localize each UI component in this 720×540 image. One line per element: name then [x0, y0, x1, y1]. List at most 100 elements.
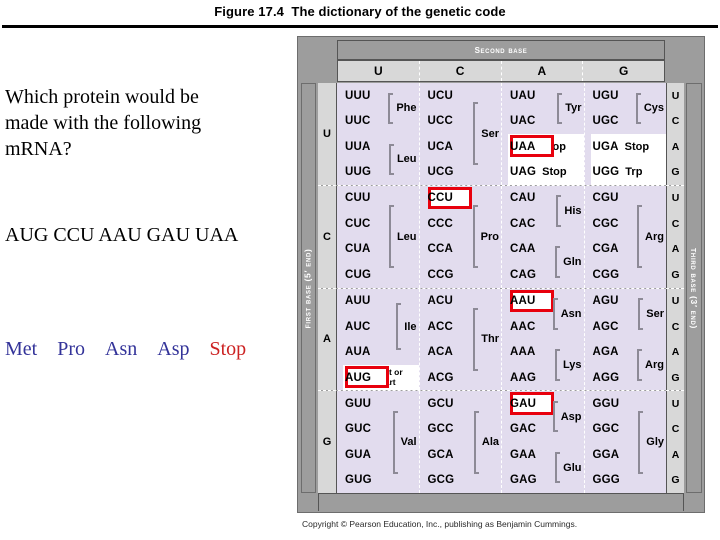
codon-GCA: GCA	[427, 448, 454, 461]
codon-UAA: UAA	[510, 140, 536, 153]
third-base-cell-G: G	[671, 474, 680, 487]
bracket	[554, 349, 560, 381]
codon-grid: U UUU UUC UUA UUG Phe Leu UCU UCC UCA UCG Ser UAU UAC…	[318, 83, 684, 493]
bracket	[552, 298, 558, 330]
answer-token-asn: Asn	[105, 338, 138, 360]
codon-column-U: CUU CUC CUA CUG Leu	[337, 185, 420, 288]
codon-GCU: GCU	[427, 397, 454, 410]
amino-acid-group-Glu: Glu	[555, 442, 582, 493]
title-divider	[2, 25, 718, 28]
third-base-axis-label: Third base (3′ end)	[686, 83, 702, 493]
amino-acid-label-thr: Thr	[481, 333, 499, 346]
question-text: Which protein would be made with the fol…	[5, 84, 290, 162]
codon-ACA: ACA	[427, 346, 454, 359]
codon-column-U: UUU UUC UUA UUG Phe Leu	[337, 83, 420, 185]
amino-acid-group-Ile: Ile	[396, 289, 417, 365]
codon-UAU: UAU	[510, 89, 536, 102]
third-base-cell-A: A	[671, 243, 680, 256]
codon-UGC: UGC	[592, 115, 619, 128]
question-line: Which protein would be	[5, 86, 199, 108]
amino-acid-group-Asp: Asp	[552, 391, 582, 442]
third-base-cell-G: G	[671, 166, 680, 179]
codon-cell: UGA Stop	[590, 133, 666, 160]
bracket	[638, 410, 644, 474]
codon-CCA: CCA	[427, 243, 454, 256]
amino-acid-label-glu: Glu	[563, 461, 582, 474]
table-bottom-band	[318, 493, 684, 511]
codon-UGU: UGU	[592, 89, 619, 102]
codon-GGA: GGA	[592, 448, 620, 461]
answer-spacer	[137, 338, 157, 361]
answer-sequence: Met Pro Asn Asp Stop	[5, 338, 297, 361]
amino-acid-label-tyr: Tyr	[565, 102, 582, 115]
bracket	[637, 349, 643, 381]
codon-column-G: UGU UGC UGA Stop UGG Trp Cys	[585, 83, 666, 185]
codon-GAU: GAU	[510, 397, 537, 410]
amino-acid-group-Leu: Leu	[388, 186, 417, 288]
codon-CAC: CAC	[510, 217, 536, 230]
amino-acid-group-Phe: Phe	[388, 83, 417, 134]
third-base-cells: UCAG	[666, 83, 684, 185]
codon-column-C: UCU UCC UCA UCG Ser	[420, 83, 502, 185]
third-base-cell-G: G	[671, 268, 680, 281]
amino-acid-group-Gln: Gln	[555, 237, 582, 288]
codon-UCU: UCU	[427, 89, 454, 102]
amino-acid-group-Leu: Leu	[388, 134, 417, 185]
bracket	[388, 92, 394, 125]
codon-CCG: CCG	[427, 268, 454, 281]
answer-token-asp: Asp	[157, 338, 190, 360]
amino-acid-group-Arg: Arg	[637, 186, 664, 288]
amino-acid-group-Asn: Asn	[552, 289, 582, 340]
first-base-cell-A: A	[318, 288, 337, 391]
third-base-cell-A: A	[671, 140, 680, 153]
amino-acid-label-phe: Phe	[396, 102, 417, 115]
answer-token-met: Met	[5, 338, 38, 360]
third-base-cell-A: A	[671, 346, 680, 359]
amino-acid-group-Lys: Lys	[554, 339, 582, 390]
codon-GUC: GUC	[345, 423, 372, 436]
third-base-cell-U: U	[671, 89, 680, 102]
bracket	[473, 102, 479, 166]
bracket	[555, 246, 561, 278]
codon-AUG: AUG	[345, 371, 372, 384]
second-base-label: Second base	[474, 44, 528, 56]
third-base-cells: UCAG	[666, 185, 684, 288]
bracket	[388, 143, 394, 176]
codon-UUG: UUG	[345, 166, 372, 179]
codon-AAA: AAA	[510, 346, 536, 359]
codon-column-A: AAU AAC AAA AAG Asn Lys	[502, 288, 585, 391]
third-base-cell-A: A	[671, 448, 680, 461]
codon-CAA: CAA	[510, 243, 536, 256]
answer-spacer	[37, 338, 57, 361]
codon-AGU: AGU	[592, 295, 619, 308]
codon-CCC: CCC	[427, 217, 454, 230]
amino-acid-label-leu: Leu	[396, 153, 417, 166]
codon-CUA: CUA	[345, 243, 371, 256]
bracket	[556, 195, 562, 227]
codon-column-C: ACU ACC ACA ACG Thr	[420, 288, 502, 391]
amino-acid-label-ile: Ile	[404, 320, 417, 333]
codon-column-A: GAU GAC GAA GAG Asp Glu	[502, 391, 585, 493]
bracket	[635, 92, 641, 125]
question-line: made with the following	[5, 112, 202, 134]
title-bar: Figure 17.4 The dictionary of the geneti…	[0, 2, 720, 28]
codon-GUG: GUG	[345, 474, 372, 487]
first-base-cell-G: G	[318, 391, 337, 493]
bracket	[552, 400, 558, 433]
amino-acid-label-gly: Gly	[646, 436, 664, 449]
bracket	[396, 303, 402, 351]
bracket	[637, 205, 643, 269]
codon-AGC: AGC	[592, 320, 619, 333]
bracket	[555, 451, 561, 484]
second-base-column-C: C	[420, 61, 502, 81]
third-base-cell-U: U	[671, 295, 680, 308]
codon-AAU: AAU	[510, 295, 536, 308]
amino-acid-label-stop: Stop	[542, 166, 567, 179]
first-base-cell-U: U	[318, 83, 337, 185]
amino-acid-group-Gly: Gly	[638, 391, 664, 493]
amino-acid-group-Ser: Ser	[473, 83, 499, 185]
codon-UGG: UGG	[592, 166, 620, 179]
amino-acid-label-stop: Stop	[624, 140, 650, 153]
amino-acid-label-his: His	[564, 205, 582, 218]
amino-acid-group-Ala: Ala	[473, 391, 499, 493]
